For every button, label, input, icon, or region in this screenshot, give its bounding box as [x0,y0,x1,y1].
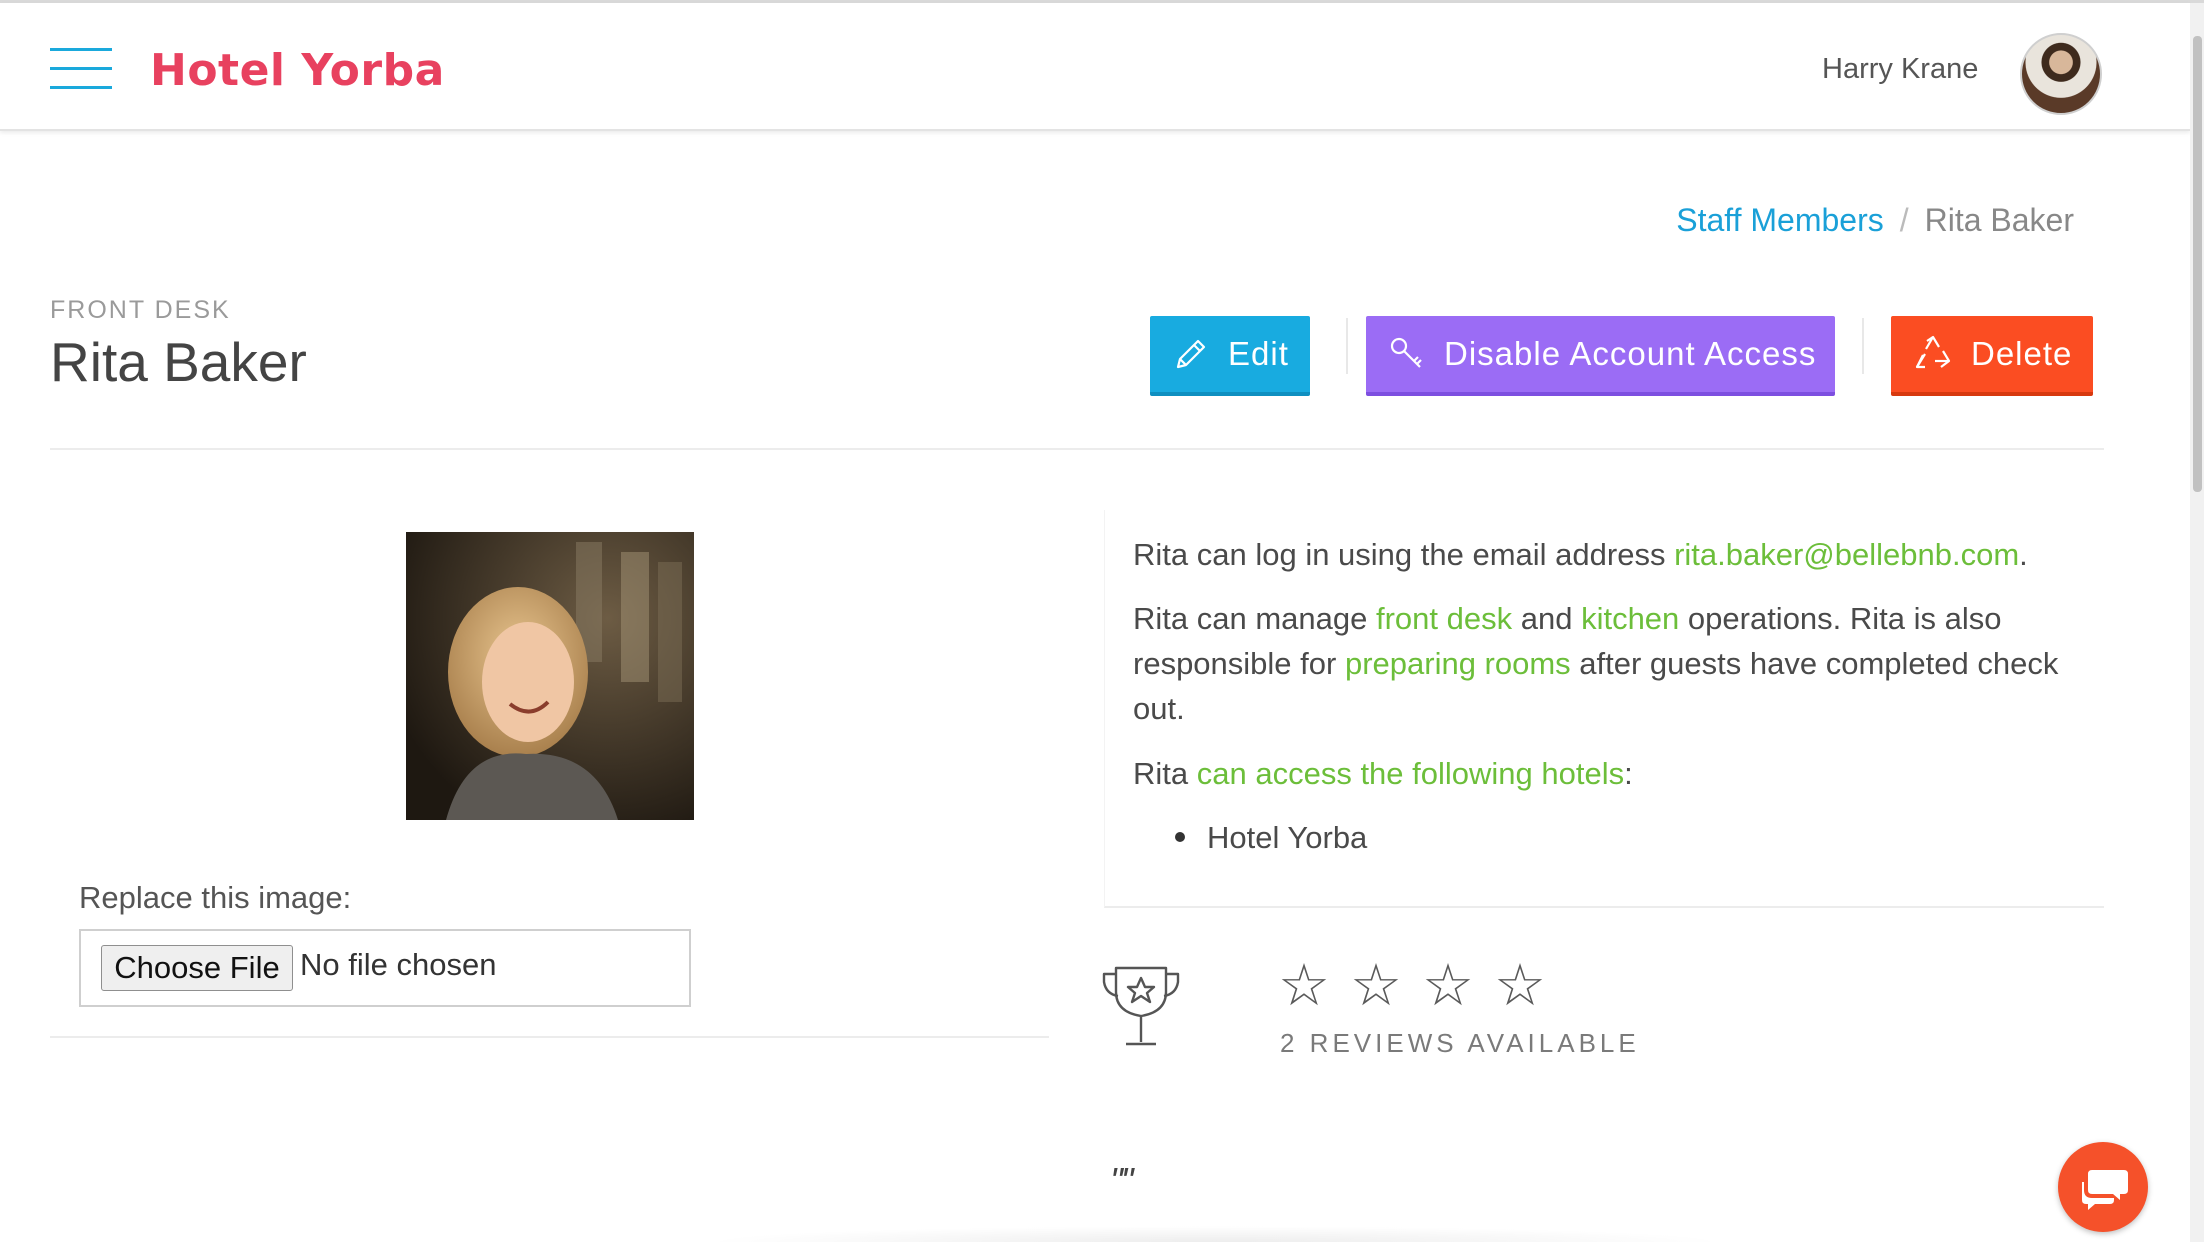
choose-file-button[interactable]: Choose File [101,945,293,991]
email-link[interactable]: rita.baker@bellebnb.com [1674,537,2019,572]
star-icon[interactable]: ☆ [1350,956,1402,1014]
manage-info-text: Rita can manage [1133,601,1376,636]
breadcrumb: Staff Members / Rita Baker [1676,202,2074,239]
key-icon [1390,337,1422,368]
front-desk-link[interactable]: front desk [1376,601,1512,636]
breadcrumb-staff-members-link[interactable]: Staff Members [1676,202,1883,238]
button-divider [1862,318,1864,374]
disable-account-label: Disable Account Access [1444,335,1817,372]
app-logo[interactable]: Hotel Yorba [150,45,445,96]
login-info-suffix: . [2019,537,2028,572]
disable-account-button[interactable]: Disable Account Access [1366,316,1835,396]
manage-info: Rita can manage front desk and kitchen o… [1133,596,2073,731]
file-status: No file chosen [300,947,497,982]
bottom-shadow [700,1226,1730,1242]
menu-icon[interactable] [50,48,112,90]
button-divider [1346,318,1348,374]
staff-role: FRONT DESK [50,296,231,324]
breadcrumb-separator: / [1899,202,1909,238]
hotels-info: Rita can access the following hotels: [1133,751,2073,796]
star-icon[interactable]: ☆ [1422,956,1474,1014]
recycle-icon [1915,335,1951,369]
star-icon[interactable]: ☆ [1494,956,1546,1014]
staff-photo [406,532,694,820]
chat-icon [2082,1170,2128,1210]
trophy-icon [1102,966,1180,1046]
page-title: Rita Baker [50,331,307,393]
pencil-icon [1176,339,1206,369]
hotels-info-text: Rita [1133,756,1197,791]
hotels-access-link[interactable]: can access the following hotels [1197,756,1624,791]
hotel-list-item: Hotel Yorba [1175,815,1367,860]
bullet-icon [1175,831,1185,842]
hotels-info-suffix: : [1624,756,1633,791]
kitchen-link[interactable]: kitchen [1581,601,1679,636]
login-info-text: Rita can log in using the email address [1133,537,1675,572]
preparing-rooms-link[interactable]: preparing rooms [1345,646,1571,681]
file-input[interactable]: Choose File No file chosen [79,929,691,1007]
section-divider [50,448,2104,450]
scrollbar-thumb[interactable] [2193,36,2202,492]
breadcrumb-current: Rita Baker [1924,202,2074,238]
star-icon[interactable]: ☆ [1278,956,1330,1014]
rating-stars: ☆ ☆ ☆ ☆ [1278,956,1546,1014]
chat-button[interactable] [2058,1142,2148,1232]
hotel-name: Hotel Yorba [1207,820,1368,855]
edit-button[interactable]: Edit [1150,316,1310,396]
delete-button-label: Delete [1971,335,2073,372]
reviews-count[interactable]: 2 REVIEWS AVAILABLE [1280,1028,1640,1059]
login-info: Rita can log in using the email address … [1133,532,2073,577]
edit-button-label: Edit [1228,335,1289,372]
replace-image-label: Replace this image: [79,880,352,915]
delete-button[interactable]: Delete [1891,316,2093,396]
user-name[interactable]: Harry Krane [1822,53,1978,86]
review-quote: "" [1110,1160,1134,1201]
manage-info-and: and [1512,601,1582,636]
user-avatar[interactable] [2020,33,2102,115]
app-header: Hotel Yorba Harry Krane [0,3,2190,131]
